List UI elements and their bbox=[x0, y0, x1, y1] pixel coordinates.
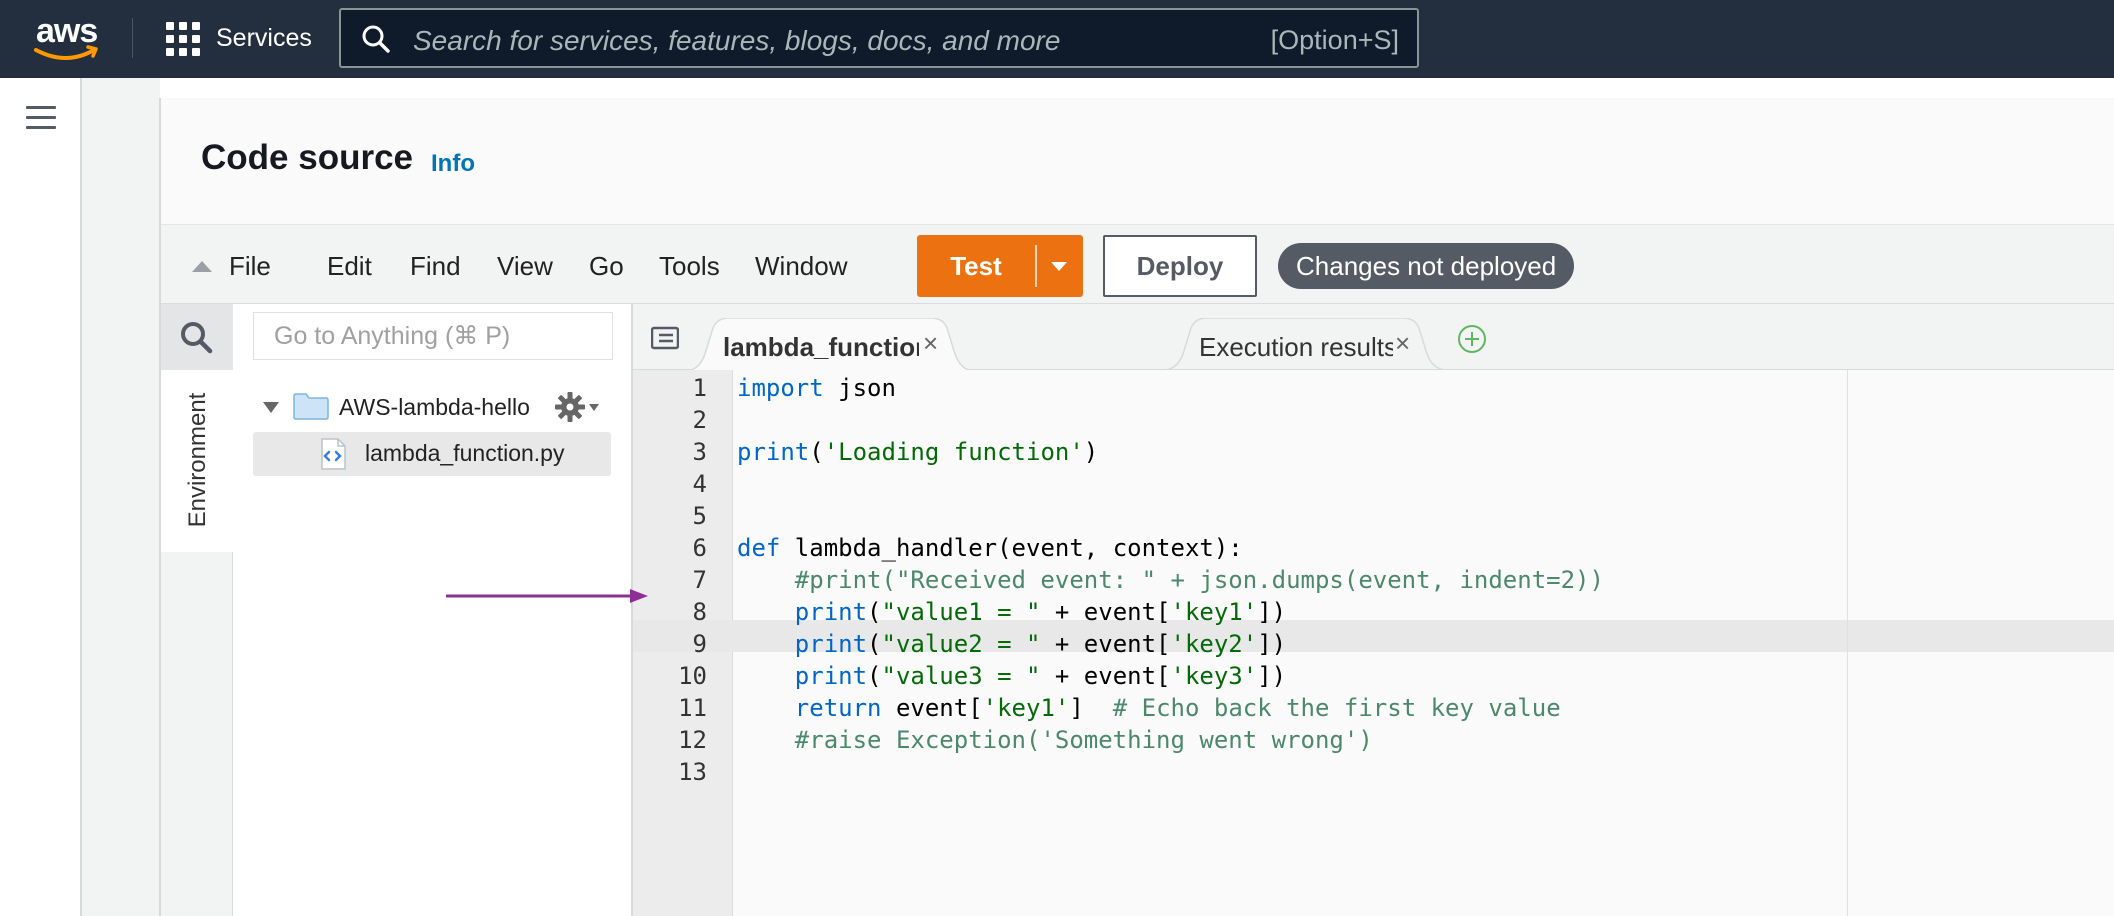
aws-smile-icon bbox=[34, 45, 98, 60]
code-text[interactable]: print('Loading function') bbox=[737, 436, 1098, 468]
line-number: 2 bbox=[692, 406, 707, 434]
env-search-button[interactable] bbox=[161, 304, 233, 370]
environment-tab[interactable]: Environment bbox=[161, 370, 233, 552]
line-number: 13 bbox=[678, 758, 707, 786]
add-tab-icon[interactable] bbox=[1457, 324, 1487, 354]
code-line[interactable]: 7 #print("Received event: " + json.dumps… bbox=[633, 564, 2114, 596]
global-search-input[interactable]: Search for services, features, blogs, do… bbox=[339, 8, 1419, 68]
folder-icon bbox=[293, 393, 329, 420]
tab-label: Execution results bbox=[1199, 332, 1393, 362]
caret-down-icon[interactable] bbox=[263, 402, 279, 413]
code-text[interactable]: print("value3 = " + event['key3']) bbox=[737, 660, 1286, 692]
code-line[interactable]: 5 bbox=[633, 500, 2114, 532]
line-number: 10 bbox=[678, 662, 707, 690]
top-navigation: aws Services Search for services, featur… bbox=[0, 0, 2114, 78]
deploy-status-badge: Changes not deployed bbox=[1278, 243, 1575, 289]
file-explorer: Go to Anything (⌘ P) AWS-lambda-hello-wo… bbox=[233, 304, 633, 916]
gear-menu-caret-icon[interactable] bbox=[589, 404, 599, 411]
nav-divider bbox=[132, 18, 133, 58]
chevron-down-icon[interactable] bbox=[1051, 262, 1067, 271]
line-number: 6 bbox=[692, 534, 707, 562]
tab-lambda-function[interactable]: lambda_function × bbox=[685, 318, 975, 371]
tree-file-label: lambda_function.py bbox=[365, 440, 565, 466]
code-text[interactable]: def lambda_handler(event, context): bbox=[737, 532, 1243, 564]
close-icon[interactable]: × bbox=[1395, 328, 1410, 359]
services-grid-icon[interactable] bbox=[166, 22, 200, 56]
code-line[interactable]: 1 import json bbox=[633, 372, 2114, 404]
python-file-icon bbox=[321, 438, 346, 470]
code-text[interactable]: print("value2 = " + event['key2']) bbox=[737, 628, 1286, 660]
code-line[interactable]: 2 bbox=[633, 404, 2114, 436]
test-button[interactable]: Test bbox=[917, 235, 1083, 297]
line-number: 12 bbox=[678, 726, 707, 754]
code-text[interactable]: #raise Exception('Something went wrong') bbox=[737, 724, 1373, 756]
tree-root-label: AWS-lambda-hello-world bbox=[339, 394, 531, 420]
ide-toolbar: File Edit Find View Go Tools Window Test… bbox=[161, 224, 2114, 304]
code-line[interactable]: 6 def lambda_handler(event, context): bbox=[633, 532, 2114, 564]
left-rail bbox=[0, 78, 82, 916]
search-icon bbox=[362, 25, 390, 53]
annotation-arrow bbox=[446, 589, 648, 603]
editor-tabbar: lambda_function × Execution results × bbox=[633, 304, 2114, 371]
code-line[interactable]: 8 print("value1 = " + event['key1']) bbox=[633, 596, 2114, 628]
collapse-arrow-icon[interactable] bbox=[192, 261, 212, 272]
tab-execution-results[interactable]: Execution results × bbox=[1163, 318, 1447, 371]
close-icon[interactable]: × bbox=[923, 328, 938, 359]
gear-icon[interactable] bbox=[553, 390, 587, 424]
code-text[interactable]: return event['key1'] # Echo back the fir… bbox=[737, 692, 1561, 724]
tree-file-item[interactable]: lambda_function.py bbox=[253, 432, 611, 476]
line-number: 5 bbox=[692, 502, 707, 530]
environment-strip: Environment bbox=[161, 304, 233, 916]
aws-logo[interactable]: aws bbox=[32, 12, 102, 64]
code-text[interactable]: import json bbox=[737, 372, 896, 404]
line-number: 4 bbox=[692, 470, 707, 498]
menu-find[interactable]: Find bbox=[410, 251, 461, 282]
line-number: 11 bbox=[678, 694, 707, 722]
line-number: 9 bbox=[692, 630, 707, 658]
code-editor: lambda_function × Execution results × 1 i… bbox=[633, 304, 2114, 916]
info-link[interactable]: Info bbox=[431, 150, 475, 178]
code-line[interactable]: 11 return event['key1'] # Echo back the … bbox=[633, 692, 2114, 724]
deploy-button[interactable]: Deploy bbox=[1103, 235, 1257, 297]
environment-tab-label: Environment bbox=[184, 392, 211, 528]
code-line[interactable]: 4 bbox=[633, 468, 2114, 500]
code-line[interactable]: 9 print("value2 = " + event['key2']) bbox=[633, 628, 2114, 660]
code-line[interactable]: 12 #raise Exception('Something went wron… bbox=[633, 724, 2114, 756]
menu-file[interactable]: File bbox=[229, 251, 271, 282]
page-gutter bbox=[82, 78, 160, 916]
line-number: 3 bbox=[692, 438, 707, 466]
code-line[interactable]: 3 print('Loading function') bbox=[633, 436, 2114, 468]
code-text[interactable]: #print("Received event: " + json.dumps(e… bbox=[737, 564, 1604, 596]
go-to-anything-input[interactable]: Go to Anything (⌘ P) bbox=[253, 312, 613, 360]
search-placeholder: Search for services, features, blogs, do… bbox=[413, 25, 1061, 56]
test-button-separator bbox=[1035, 245, 1037, 287]
services-menu-button[interactable]: Services bbox=[216, 24, 312, 53]
tab-label: lambda_function bbox=[723, 332, 919, 362]
code-line[interactable]: 13 bbox=[633, 756, 2114, 788]
menu-view[interactable]: View bbox=[497, 251, 553, 282]
code-area[interactable]: 1 import json 2 3 print('Loading function') 4… bbox=[633, 370, 2114, 916]
menu-edit[interactable]: Edit bbox=[327, 251, 372, 282]
search-shortcut-hint: [Option+S] bbox=[1270, 25, 1399, 55]
hamburger-menu-icon[interactable] bbox=[26, 106, 56, 130]
menu-tools[interactable]: Tools bbox=[659, 251, 720, 282]
code-line[interactable]: 10 print("value3 = " + event['key3']) bbox=[633, 660, 2114, 692]
page-title: Code source bbox=[201, 138, 413, 177]
line-number: 1 bbox=[692, 374, 707, 402]
test-button-label: Test bbox=[950, 251, 1002, 281]
code-source-panel: Code source Info File Edit Find View Go … bbox=[159, 98, 2114, 916]
tab-list-icon[interactable] bbox=[651, 326, 679, 350]
code-text[interactable]: print("value1 = " + event['key1']) bbox=[737, 596, 1286, 628]
panel-header: Code source Info bbox=[161, 98, 2114, 224]
search-icon bbox=[181, 322, 213, 354]
menu-go[interactable]: Go bbox=[589, 251, 624, 282]
menu-window[interactable]: Window bbox=[755, 251, 847, 282]
